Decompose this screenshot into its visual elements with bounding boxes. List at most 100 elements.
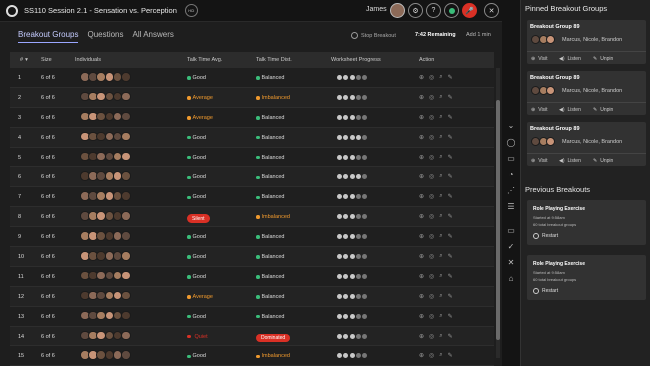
search-icon[interactable]: ⌕ xyxy=(439,352,442,359)
visit-icon[interactable]: ⊕ xyxy=(419,134,424,141)
close-tool-icon[interactable]: ✕ xyxy=(506,258,516,268)
avatar[interactable] xyxy=(121,91,131,102)
scrollbar-thumb[interactable] xyxy=(496,100,500,340)
visit-button[interactable]: ⊕ Visit xyxy=(531,56,548,62)
listen-icon[interactable]: ◎ xyxy=(429,352,434,359)
search-icon[interactable]: ⌕ xyxy=(439,173,442,180)
pin-icon[interactable]: ✎ xyxy=(448,94,453,101)
table-row[interactable]: 2 6 of 6 Average Imbalanced ⊕ ◎ ⌕ ✎ xyxy=(10,87,494,108)
listen-icon[interactable]: ◎ xyxy=(429,193,434,200)
pin-icon[interactable]: ✎ xyxy=(448,74,453,81)
pin-icon[interactable]: ✎ xyxy=(448,233,453,240)
check-icon[interactable]: ✓ xyxy=(506,242,516,252)
avatar[interactable] xyxy=(121,231,131,241)
chevron-down-icon[interactable]: ⌄ xyxy=(506,121,516,131)
listen-icon[interactable]: ◎ xyxy=(429,173,434,180)
table-row[interactable]: 8 6 of 6 Silent Imbalanced ⊕ ◎ ⌕ ✎ xyxy=(10,207,494,228)
table-row[interactable]: 13 6 of 6 Good Balanced ⊕ ◎ ⌕ ✎ xyxy=(10,306,494,327)
add-time-button[interactable]: Add 1 min xyxy=(466,32,491,38)
visit-icon[interactable]: ⊕ xyxy=(419,154,424,161)
listen-icon[interactable]: ◎ xyxy=(429,233,434,240)
col-talk-dist[interactable]: Talk Time Dist. xyxy=(256,57,292,63)
search-icon[interactable]: ⌕ xyxy=(439,293,442,300)
pinned-card[interactable]: Breakout Group 89 Marcus, Nicole, Brandon… xyxy=(527,71,646,115)
listen-icon[interactable]: ◎ xyxy=(429,213,434,220)
visit-icon[interactable]: ⊕ xyxy=(419,273,424,280)
tab-all-answers[interactable]: All Answers xyxy=(133,30,174,43)
stop-breakout-button[interactable]: Stop Breakout xyxy=(351,32,396,39)
avatar[interactable] xyxy=(121,131,131,142)
search-icon[interactable]: ⌕ xyxy=(439,273,442,280)
listen-icon[interactable]: ◎ xyxy=(429,313,434,320)
search-icon[interactable]: ⌕ xyxy=(439,253,442,260)
avatar[interactable] xyxy=(121,310,131,321)
avatar[interactable] xyxy=(121,111,131,122)
unpin-button[interactable]: ✎ Unpin xyxy=(593,107,613,113)
restart-button[interactable]: Restart xyxy=(533,233,558,239)
listen-icon[interactable]: ◎ xyxy=(429,293,434,300)
restart-button[interactable]: Restart xyxy=(533,288,558,294)
avatar[interactable] xyxy=(121,72,131,82)
visit-icon[interactable]: ⊕ xyxy=(419,293,424,300)
avatar[interactable] xyxy=(121,211,131,221)
visit-icon[interactable]: ⊕ xyxy=(419,313,424,320)
pinned-card[interactable]: Breakout Group 89 Marcus, Nicole, Brandon… xyxy=(527,122,646,166)
table-row[interactable]: 10 6 of 6 Good Balanced ⊕ ◎ ⌕ ✎ xyxy=(10,247,494,267)
avatar[interactable] xyxy=(121,350,131,360)
visit-icon[interactable]: ⊕ xyxy=(419,94,424,101)
pin-icon[interactable]: ✎ xyxy=(448,114,453,121)
listen-icon[interactable]: ◎ xyxy=(429,94,434,101)
listen-icon[interactable]: ◎ xyxy=(429,333,434,340)
avatar[interactable] xyxy=(121,330,131,341)
table-row[interactable]: 12 6 of 6 Average Balanced ⊕ ◎ ⌕ ✎ xyxy=(10,286,494,307)
previous-breakout-card[interactable]: Role Playing Exercise Started at 9:58am 60… xyxy=(527,255,646,300)
visit-icon[interactable]: ⊕ xyxy=(419,74,424,81)
listen-icon[interactable]: ◎ xyxy=(429,134,434,141)
list-icon[interactable]: ☰ xyxy=(506,202,516,212)
close-icon[interactable]: ✕ xyxy=(484,3,499,18)
listen-button[interactable]: ◀) Listen xyxy=(559,158,581,164)
visit-icon[interactable]: ⊕ xyxy=(419,173,424,180)
visit-icon[interactable]: ⊕ xyxy=(419,333,424,340)
avatar[interactable] xyxy=(390,3,405,18)
col-talk-avg[interactable]: Talk Time Avg. xyxy=(187,57,222,63)
table-row[interactable]: 14 6 of 6 Quiet Dominated ⊕ ◎ ⌕ ✎ xyxy=(10,326,494,347)
table-row[interactable]: 15 6 of 6 Good Imbalanced ⊕ ◎ ⌕ ✎ xyxy=(10,346,494,366)
mute-mic-icon[interactable]: 🎤 xyxy=(462,3,477,18)
pin-icon[interactable]: ✎ xyxy=(448,352,453,359)
search-icon[interactable]: ⌕ xyxy=(439,134,442,141)
listen-icon[interactable]: ◎ xyxy=(429,273,434,280)
pin-icon[interactable]: ✎ xyxy=(448,213,453,220)
pin-icon[interactable]: ✎ xyxy=(448,333,453,340)
visit-icon[interactable]: ⊕ xyxy=(419,213,424,220)
search-icon[interactable]: ⌕ xyxy=(439,213,442,220)
pin-icon[interactable]: ✎ xyxy=(448,313,453,320)
listen-icon[interactable]: ◎ xyxy=(429,154,434,161)
avatar[interactable] xyxy=(121,270,131,281)
search-icon[interactable]: ⌕ xyxy=(439,313,442,320)
pin-icon[interactable]: ✎ xyxy=(448,253,453,260)
table-row[interactable]: 4 6 of 6 Good Balanced ⊕ ◎ ⌕ ✎ xyxy=(10,127,494,148)
search-icon[interactable]: ⌕ xyxy=(439,114,442,121)
col-individuals[interactable]: Individuals xyxy=(75,57,101,63)
avatar[interactable] xyxy=(121,191,131,201)
search-icon[interactable]: ⌕ xyxy=(439,74,442,81)
col-progress[interactable]: Worksheet Progress xyxy=(331,57,381,63)
visit-icon[interactable]: ⊕ xyxy=(419,114,424,121)
table-row[interactable]: 1 6 of 6 Good Balanced ⊕ ◎ ⌕ ✎ xyxy=(10,68,494,88)
visit-icon[interactable]: ⊕ xyxy=(419,193,424,200)
col-num[interactable]: # ▾ xyxy=(20,57,28,63)
visit-icon[interactable]: ⊕ xyxy=(419,352,424,359)
search-icon[interactable]: ⌕ xyxy=(439,94,442,101)
avatar[interactable] xyxy=(121,171,131,181)
clock-icon[interactable]: ◔ xyxy=(506,170,516,180)
screen-icon[interactable]: ▭ xyxy=(506,226,516,236)
previous-breakout-card[interactable]: Role Playing Exercise Started at 9:58am 60… xyxy=(527,200,646,245)
settings-icon[interactable]: ⚙ xyxy=(408,3,423,18)
help-icon[interactable]: ? xyxy=(426,3,441,18)
visit-button[interactable]: ⊕ Visit xyxy=(531,107,548,113)
listen-button[interactable]: ◀) Listen xyxy=(559,56,581,62)
listen-icon[interactable]: ◎ xyxy=(429,114,434,121)
table-row[interactable]: 11 6 of 6 Good Balanced ⊕ ◎ ⌕ ✎ xyxy=(10,266,494,287)
visit-icon[interactable]: ⊕ xyxy=(419,233,424,240)
